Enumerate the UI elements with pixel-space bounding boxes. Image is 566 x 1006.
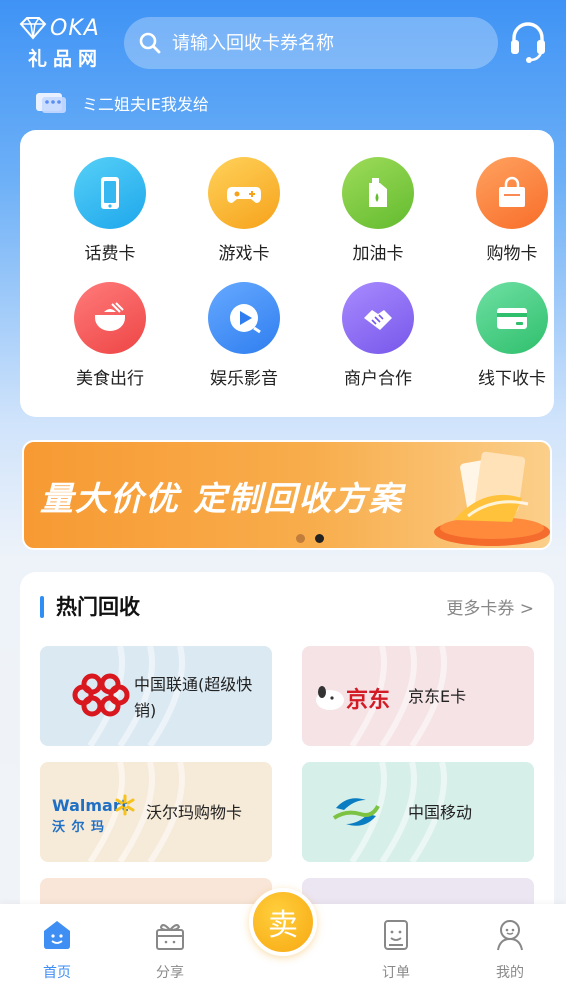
tab-label: 订单 xyxy=(382,965,410,981)
category-merchant-coop[interactable]: 商户合作 xyxy=(316,282,436,402)
diamond-icon xyxy=(19,17,47,40)
category-phone-card[interactable]: 话费卡 xyxy=(48,157,168,277)
gift-card-stack-icon xyxy=(434,451,550,546)
category-fuel-card[interactable]: 加油卡 xyxy=(316,157,436,277)
pager-dot-active[interactable] xyxy=(315,534,324,543)
category-shopping-card[interactable]: 购物卡 xyxy=(450,157,566,277)
category-label: 商户合作 xyxy=(344,369,412,389)
china-mobile-logo xyxy=(332,798,380,826)
order-icon xyxy=(384,920,408,950)
category-label: 加油卡 xyxy=(352,244,404,264)
category-label: 线下收卡 xyxy=(478,369,546,389)
card-china-unicom[interactable]: 中国联通(超级快销) xyxy=(40,646,272,746)
category-label: 游戏卡 xyxy=(218,244,270,264)
category-game-card[interactable]: 游戏卡 xyxy=(182,157,302,277)
card-jd-e-card[interactable]: 京东 京东E卡 xyxy=(302,646,534,746)
sell-button[interactable]: 卖 xyxy=(249,888,317,956)
card-name: 沃尔玛购物卡 xyxy=(146,803,243,822)
walmart-logo-subtext: 沃 尔 玛 xyxy=(52,820,106,835)
card-china-mobile[interactable]: 中国移动 xyxy=(302,762,534,862)
tab-orders[interactable]: 订单 xyxy=(366,918,426,988)
category-label: 娱乐影音 xyxy=(210,369,278,389)
logo-subtitle: 礼品网 xyxy=(28,48,104,70)
category-label: 购物卡 xyxy=(486,244,538,264)
gift-icon xyxy=(156,924,184,950)
card-name: 京东E卡 xyxy=(408,687,467,706)
jd-dog-icon xyxy=(316,686,344,710)
card-name: 中国联通(超级快销) xyxy=(134,675,253,720)
card-icon xyxy=(476,282,548,354)
category-grid: 话费卡 游戏卡 加油卡 购物卡 美食出行 娱乐影音 商户合作 线下收卡 xyxy=(20,130,554,417)
walmart-spark-icon xyxy=(115,794,135,816)
tab-home[interactable]: 首页 xyxy=(27,918,87,988)
card-name: 中国移动 xyxy=(408,803,473,822)
notice-bar[interactable]: ミ二姐夫IE我发给 xyxy=(34,88,434,118)
search-bar[interactable] xyxy=(124,17,498,69)
handshake-icon xyxy=(342,282,414,354)
fuel-can-icon xyxy=(342,157,414,229)
notice-text: ミ二姐夫IE我发给 xyxy=(82,95,209,114)
more-cards-link[interactable]: 更多卡券 > xyxy=(446,594,534,619)
app-header: OKA 礼品网 xyxy=(0,0,566,80)
phone-icon xyxy=(74,157,146,229)
home-icon xyxy=(44,921,70,949)
category-label: 话费卡 xyxy=(84,244,136,264)
site-logo[interactable]: OKA 礼品网 xyxy=(18,14,114,72)
category-offline-card[interactable]: 线下收卡 xyxy=(450,282,566,402)
category-label: 美食出行 xyxy=(76,369,144,389)
promo-banner[interactable]: 量大价优 定制回收方案 xyxy=(22,440,552,550)
logo-word: OKA xyxy=(50,15,100,41)
section-title: 热门回收 xyxy=(56,595,140,619)
hot-recycle-section: 热门回收 更多卡券 > 中国联通(超级快销) 京东 京东E卡 Walmart 沃… xyxy=(20,572,554,938)
banner-text: 量大价优 定制回收方案 xyxy=(40,479,404,518)
search-icon xyxy=(139,32,161,54)
section-accent-bar xyxy=(40,596,44,618)
tab-profile[interactable]: 我的 xyxy=(480,918,540,988)
food-bowl-icon xyxy=(74,282,146,354)
search-input[interactable] xyxy=(172,32,472,54)
pager-dot[interactable] xyxy=(296,534,305,543)
china-unicom-logo xyxy=(72,673,130,717)
jd-logo-text: 京东 xyxy=(346,688,391,713)
tab-share[interactable]: 分享 xyxy=(140,918,200,988)
shopping-bag-icon xyxy=(476,157,548,229)
customer-service-icon[interactable] xyxy=(508,20,548,64)
tab-label: 首页 xyxy=(43,965,71,981)
category-entertainment[interactable]: 娱乐影音 xyxy=(182,282,302,402)
category-food-travel[interactable]: 美食出行 xyxy=(48,282,168,402)
message-icon xyxy=(36,93,66,113)
banner-pager xyxy=(296,534,334,543)
play-icon xyxy=(208,282,280,354)
card-walmart[interactable]: Walmart 沃 尔 玛 沃尔玛购物卡 xyxy=(40,762,272,862)
gamepad-icon xyxy=(208,157,280,229)
profile-icon xyxy=(497,920,523,951)
tab-label: 分享 xyxy=(156,965,184,981)
tab-label: 我的 xyxy=(496,965,524,981)
